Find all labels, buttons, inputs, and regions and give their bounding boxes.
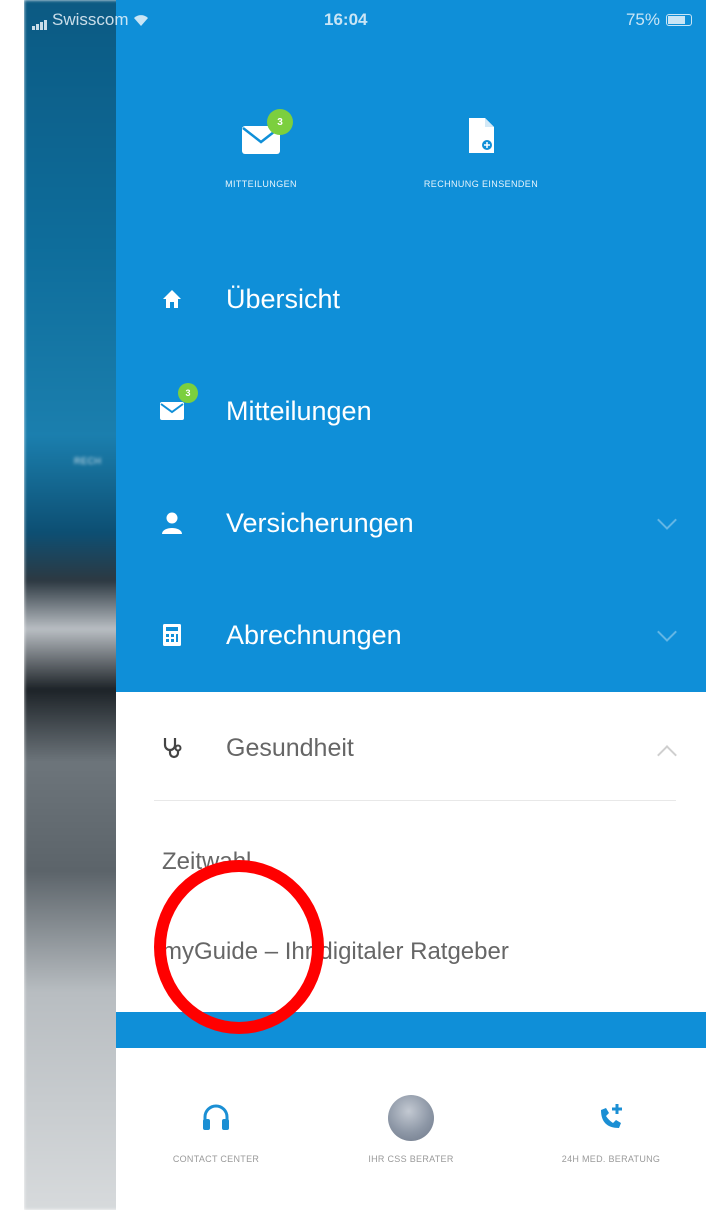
menu-item-label: Abrechnungen: [226, 619, 402, 650]
submenu-item-zeitwahl[interactable]: Zeitwahl: [162, 848, 251, 876]
stethoscope-icon: [154, 730, 190, 766]
bottom-bar-label: CONTACT CENTER: [172, 1154, 260, 1164]
message-count-badge: 3: [267, 109, 293, 135]
menu-item-label: Übersicht: [226, 283, 341, 314]
menu-item-messages[interactable]: 3 Mitteilungen: [116, 371, 706, 451]
menu-item-label: Versicherungen: [226, 507, 414, 538]
contact-center-button[interactable]: CONTACT CENTER: [126, 1088, 306, 1164]
section-divider-strip: [116, 1012, 706, 1048]
divider: [154, 800, 676, 801]
quick-action-label: RECHNUNG EINSENDEN: [423, 179, 539, 189]
drawer-header: 3 MITTEILUNGEN RECHNUNG EINSENDEN Übersi…: [116, 0, 706, 692]
menu-item-health[interactable]: Gesundheit: [116, 708, 706, 788]
headset-icon: [203, 1104, 229, 1130]
background-partial-label: RECH: [74, 456, 102, 466]
message-count-badge: 3: [178, 383, 198, 403]
chevron-down-icon: [657, 622, 677, 642]
bottom-bar-label: 24H MED. BERATUNG: [561, 1154, 661, 1164]
document-icon: [469, 118, 494, 153]
background-app: RECH: [24, 0, 120, 1210]
chevron-up-icon: [657, 745, 677, 765]
phone-screen: RECH Swisscom 16:04 75% 3 MITTEILUNGEN R…: [24, 0, 706, 1210]
medical-advice-button[interactable]: 24H MED. BERATUNG: [521, 1088, 701, 1164]
battery-percent: 75%: [625, 10, 660, 29]
carrier-name: Swisscom: [52, 10, 129, 29]
menu-item-insurances[interactable]: Versicherungen: [116, 483, 706, 563]
menu-item-billing[interactable]: Abrechnungen: [116, 595, 706, 675]
menu-item-overview[interactable]: Übersicht: [116, 259, 706, 339]
status-time: 16:04: [324, 10, 368, 29]
bottom-bar-label: IHR CSS BERATER: [368, 1154, 454, 1164]
quick-action-submit-invoice[interactable]: RECHNUNG EINSENDEN: [351, 105, 611, 189]
status-bar: Swisscom 16:04 75%: [24, 0, 706, 42]
chevron-down-icon: [657, 510, 677, 530]
navigation-drawer: 3 MITTEILUNGEN RECHNUNG EINSENDEN Übersi…: [116, 0, 706, 1210]
calculator-icon: [154, 617, 190, 653]
home-icon: [154, 281, 190, 317]
menu-item-label: Mitteilungen: [226, 395, 372, 426]
person-icon: [154, 505, 190, 541]
wifi-icon: [133, 14, 148, 26]
signal-icon: [32, 10, 48, 30]
submenu-item-myguide[interactable]: myGuide – Ihr digitaler Ratgeber: [162, 938, 509, 966]
avatar: [388, 1095, 434, 1141]
advisor-button[interactable]: IHR CSS BERATER: [321, 1088, 501, 1164]
bottom-action-bar: CONTACT CENTER IHR CSS BERATER 24H MED. …: [116, 1048, 706, 1210]
battery-icon: [666, 14, 692, 26]
menu-item-label: Gesundheit: [226, 733, 354, 762]
phone-plus-icon: [601, 1104, 622, 1128]
